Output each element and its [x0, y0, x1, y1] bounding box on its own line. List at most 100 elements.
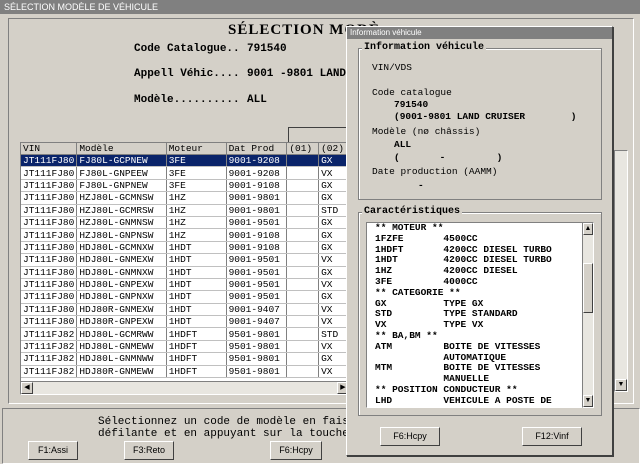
list-scroll-thumb[interactable] — [583, 263, 593, 313]
table-row[interactable]: JT111FJ80 FJ80L-GNPEEW 3FE 9001-9208 VX — [21, 166, 349, 180]
table-row[interactable]: JT111FJ80 FJ80L-GCPNEW 3FE 9001-9208 GX — [21, 154, 349, 168]
cell-modele: HDJ80L-GNMEXW — [76, 253, 167, 267]
table-row[interactable]: JT111FJ80 FJ80L-GNPNEW 3FE 9001-9108 GX — [21, 179, 349, 193]
table-row[interactable]: JT111FJ82 HDJ80L-GNMEWW 1HDFT 9501-9801 VX — [21, 340, 349, 354]
instruction-line-1: Sélectionnez un code de modèle en faisan — [98, 416, 363, 428]
cell-moteur: 1HDFT — [166, 327, 227, 341]
cell-vin: JT111FJ82 — [21, 365, 78, 379]
table-row[interactable]: JT111FJ80 HDJ80L-GCMNXW 1HDT 9001-9108 GX — [21, 241, 349, 255]
cell-moteur: 3FE — [166, 179, 227, 193]
list-item: CONDUITE A GAUCHE — [367, 406, 593, 407]
cell-col01 — [286, 241, 320, 255]
popup-f12-vinf-button[interactable]: F12:Vinf — [522, 427, 582, 446]
caracteristiques-scrollbar[interactable]: ▲ ▼ — [582, 222, 594, 408]
table-row[interactable]: JT111FJ82 HDJ80R-GNMEWW 1HDFT 9501-9801 VX — [21, 365, 349, 379]
table-row[interactable]: JT111FJ80 HDJ80R-GNMEXW 1HDT 9001-9407 VX — [21, 303, 349, 317]
cell-dat-prod: 9501-9801 — [226, 340, 288, 354]
table-row[interactable]: JT111FJ82 HDJ80L-GCMRWW 1HDFT 9501-9801 STD — [21, 327, 349, 341]
cell-dat-prod: 9001-9501 — [226, 266, 288, 279]
cell-dat-prod: 9001-9108 — [226, 228, 288, 242]
cell-col01 — [286, 352, 320, 366]
table-row[interactable]: JT111FJ80 HDJ80L-GNMEXW 1HDT 9001-9501 VX — [21, 253, 349, 267]
cell-modele: HDJ80R-GNPEXW — [76, 315, 167, 329]
cell-modele: HZJ80L-GNMNSW — [76, 216, 167, 230]
cell-col02: GX — [318, 266, 349, 279]
col-header-02[interactable]: (02) — [318, 143, 349, 155]
col-header-modele[interactable]: Modèle — [76, 143, 167, 155]
cell-moteur: 1HZ — [166, 228, 227, 242]
table-row[interactable]: JT111FJ80 HZJ80L-GNMNSW 1HZ 9001-9501 GX — [21, 216, 349, 230]
cell-vin: JT111FJ80 — [21, 241, 78, 255]
cell-vin: JT111FJ80 — [21, 278, 78, 292]
cell-col02: STD — [318, 327, 349, 341]
cell-moteur: 1HDT — [166, 290, 227, 304]
cell-modele: FJ80L-GNPNEW — [76, 179, 167, 193]
table-row[interactable]: JT111FJ80 HZJ80L-GNPNSW 1HZ 9001-9108 GX — [21, 228, 349, 242]
cell-col01 — [286, 303, 320, 317]
cell-col01 — [286, 179, 320, 193]
cell-col01 — [286, 154, 320, 168]
model-table[interactable]: VIN Modèle Moteur Dat Prod (01) (02) JT1… — [20, 142, 350, 395]
f6-hardcopy-button[interactable]: F6:Hcpy — [270, 441, 322, 460]
table-row[interactable]: JT111FJ80 HZJ80L-GCMRSW 1HZ 9001-9801 STD — [21, 204, 349, 217]
scroll-down-button[interactable]: ▼ — [615, 379, 627, 391]
cell-dat-prod: 9001-9501 — [226, 216, 288, 230]
col-header-vin[interactable]: VIN — [21, 143, 78, 155]
f3-return-button[interactable]: F3:Reto — [124, 441, 174, 460]
cell-col02: GX — [318, 191, 349, 205]
table-row[interactable]: JT111FJ80 HDJ80R-GNPEXW 1HDT 9001-9407 VX — [21, 315, 349, 329]
cell-col02: GX — [318, 290, 349, 304]
cell-col01 — [286, 266, 320, 279]
window-title: SÉLECTION MODÈLE DE VÉHICULE — [0, 0, 640, 14]
table-row[interactable]: JT111FJ80 HDJ80L-GNPEXW 1HDT 9001-9501 VX — [21, 278, 349, 292]
cell-col02: VX — [318, 278, 349, 292]
cell-vin: JT111FJ80 — [21, 204, 78, 217]
cell-modele: HDJ80L-GCMRWW — [76, 327, 167, 341]
modele-label: Modèle.......... — [134, 94, 240, 106]
table-row[interactable]: JT111FJ80 HZJ80L-GCMNSW 1HZ 9001-9801 GX — [21, 191, 349, 205]
catalogue-value: 791540 — [394, 99, 429, 110]
cell-col02: GX — [318, 216, 349, 230]
table-horizontal-scrollbar[interactable]: ◀ ▶ — [20, 381, 350, 395]
model-grid: VIN Modèle Moteur Dat Prod (01) (02) JT1… — [21, 143, 349, 379]
cell-vin: JT111FJ80 — [21, 253, 78, 267]
cell-col01 — [286, 327, 320, 341]
table-row[interactable]: JT111FJ80 HDJ80L-GNMNXW 1HDT 9001-9501 GX — [21, 266, 349, 279]
cell-modele: HDJ80L-GNMEWW — [76, 340, 167, 354]
cell-modele: HZJ80L-GCMRSW — [76, 204, 167, 217]
cell-vin: JT111FJ80 — [21, 179, 78, 193]
cell-col01 — [286, 191, 320, 205]
cell-dat-prod: 9001-9108 — [226, 241, 288, 255]
col-header-moteur[interactable]: Moteur — [166, 143, 227, 155]
table-vertical-scrollbar[interactable]: ▼ — [614, 150, 628, 392]
list-scroll-up-button[interactable]: ▲ — [583, 223, 593, 235]
code-catalogue-value: 791540 — [247, 43, 287, 55]
cell-moteur: 1HDFT — [166, 365, 227, 379]
cell-dat-prod: 9001-9801 — [226, 204, 288, 217]
cell-vin: JT111FJ80 — [21, 166, 78, 180]
scroll-left-button[interactable]: ◀ — [21, 382, 33, 394]
col-header-01[interactable]: (01) — [286, 143, 320, 155]
date-production-value: - — [418, 180, 424, 191]
table-row[interactable]: JT111FJ80 HDJ80L-GNPNXW 1HDT 9001-9501 GX — [21, 290, 349, 304]
cell-modele: HDJ80L-GCMNXW — [76, 241, 167, 255]
cell-vin: JT111FJ80 — [21, 315, 78, 329]
date-production-label: Date production (AAMM) — [372, 166, 498, 177]
caracteristiques-list[interactable]: ** MOTEUR ** 1FZFE 4500CC 1HDFT 4200CC DIE… — [366, 222, 594, 408]
cell-col02: VX — [318, 303, 349, 317]
list-scroll-down-button[interactable]: ▼ — [583, 395, 593, 407]
f1-assist-button[interactable]: F1:Assi — [28, 441, 78, 460]
col-header-dat-prod[interactable]: Dat Prod — [226, 143, 288, 155]
cell-moteur: 3FE — [166, 154, 227, 168]
cell-col02: VX — [318, 340, 349, 354]
cell-modele: HZJ80L-GNPNSW — [76, 228, 167, 242]
popup-f6-hardcopy-button[interactable]: F6:Hcpy — [380, 427, 440, 446]
cell-col01 — [286, 365, 320, 379]
cell-vin: JT111FJ80 — [21, 303, 78, 317]
instruction-line-2: défilante et en appuyant sur la touche — [98, 428, 356, 440]
cell-col01 — [286, 216, 320, 230]
cell-vin: JT111FJ80 — [21, 191, 78, 205]
cell-modele: HDJ80L-GNMNXW — [76, 266, 167, 279]
cell-modele: HDJ80L-GNPEXW — [76, 278, 167, 292]
table-row[interactable]: JT111FJ82 HDJ80L-GNMNWW 1HDFT 9501-9801 GX — [21, 352, 349, 366]
